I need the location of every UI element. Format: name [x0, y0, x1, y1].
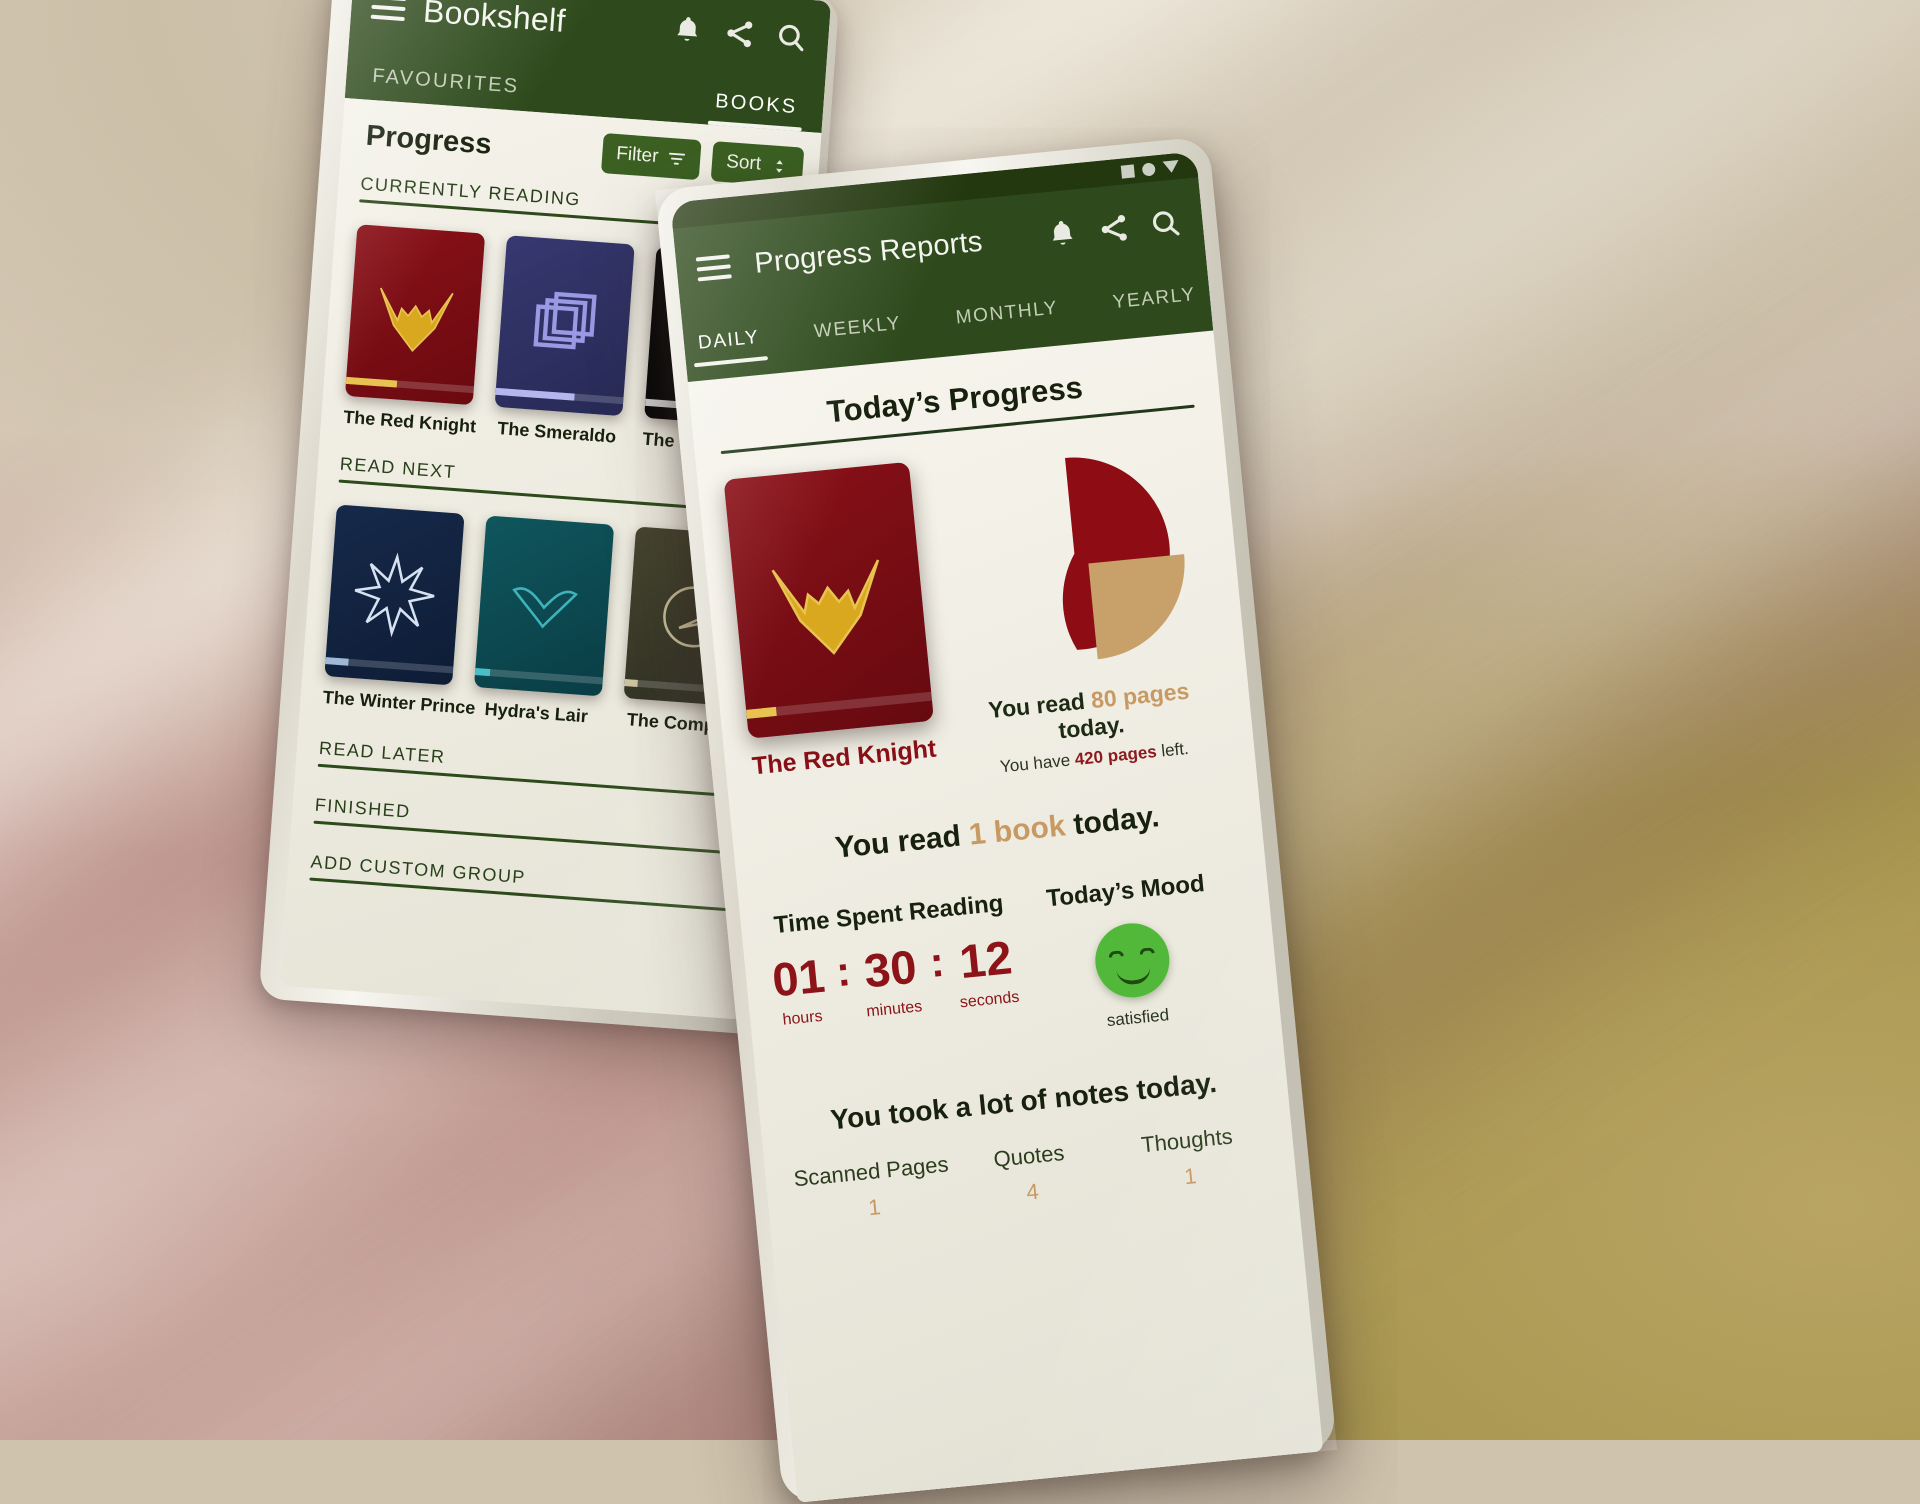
stat-value: 4 [1025, 1178, 1040, 1205]
stat-value: 1 [867, 1194, 882, 1221]
hours-value: 01 [769, 948, 828, 1007]
pie-svg [1062, 457, 1185, 660]
timer-seconds: 12 seconds [954, 930, 1021, 1012]
pages-left-prefix: You have [999, 750, 1076, 777]
pages-chart-area: You read 80 pages today. You have 420 pa… [931, 434, 1229, 782]
filter-button[interactable]: Filter [600, 133, 702, 181]
pages-suffix: today. [1057, 711, 1126, 744]
book-item[interactable]: The Winter Prince [322, 504, 477, 719]
stat-label: Thoughts [1139, 1123, 1234, 1158]
book-cover[interactable] [723, 461, 935, 739]
section-read-later[interactable]: READ LATER [296, 736, 775, 800]
book-cover[interactable] [344, 224, 486, 406]
section-label: FINISHED [314, 794, 412, 822]
share-icon[interactable] [721, 16, 757, 52]
progress-heading: Progress [364, 119, 493, 161]
tab-daily[interactable]: DAILY [697, 327, 762, 367]
bell-icon[interactable] [1044, 215, 1081, 252]
book-item[interactable]: The Smeraldo [492, 235, 635, 448]
share-icon[interactable] [1095, 210, 1132, 247]
mood-value: satisfied [1105, 1005, 1170, 1031]
tab-yearly[interactable]: YEARLY [1112, 284, 1198, 326]
book-title: Hydra's Lair [483, 698, 589, 727]
tab-books[interactable]: BOOKS [714, 90, 799, 131]
stat-quotes[interactable]: Quotes 4 [949, 1136, 1113, 1213]
reading-timer: 01 hours : 30 minutes : 12 seconds [769, 930, 1021, 1031]
satisfied-face-icon [1091, 919, 1173, 1001]
bell-icon[interactable] [669, 12, 705, 48]
books-read-line: You read 1 book today. [759, 793, 1236, 873]
reports-body: Today’s Progress The Red Knight You read… [687, 330, 1324, 1503]
section-finished[interactable]: FINISHED [292, 793, 771, 857]
pages-pie-chart [954, 440, 1197, 683]
book-cover[interactable] [494, 235, 635, 417]
stat-thoughts[interactable]: Thoughts 1 [1107, 1120, 1271, 1197]
books-suffix: today. [1063, 800, 1161, 843]
filter-icon [669, 152, 686, 165]
filter-label: Filter [615, 143, 660, 168]
minutes-value: 30 [861, 939, 919, 998]
hamburger-icon[interactable] [370, 0, 407, 22]
progress-reports-screen: Progress Reports DAILY WEEKLY MONTHLY YE… [670, 151, 1324, 1503]
search-icon[interactable] [773, 19, 809, 55]
wifi-icon [1162, 160, 1180, 174]
hours-label: hours [781, 1007, 824, 1029]
pages-value: 80 pages [1089, 677, 1191, 714]
books-prefix: You read [833, 818, 971, 865]
sort-label: Sort [725, 151, 762, 175]
book-title: The Red Knight [342, 406, 477, 437]
book-cover[interactable] [324, 504, 465, 686]
book-cover[interactable] [473, 515, 615, 697]
today-hero: The Red Knight You read 80 pages today. … [723, 434, 1229, 802]
seconds-label: seconds [959, 988, 1021, 1012]
timer-separator: : [927, 937, 947, 987]
crown-icon [379, 287, 454, 353]
star-icon [354, 552, 435, 638]
book-title: The Winter Prince [322, 686, 477, 719]
mood-indicator[interactable]: satisfied [1013, 912, 1254, 1039]
progress-bar [474, 668, 604, 685]
tab-weekly[interactable]: WEEKLY [813, 313, 903, 355]
book-item[interactable]: Hydra's Lair [472, 515, 615, 728]
tab-monthly[interactable]: MONTHLY [955, 298, 1061, 342]
timer-minutes: 30 minutes [860, 939, 923, 1021]
hero-book-title: The Red Knight [750, 734, 938, 781]
book-title: The Smeraldo [496, 418, 617, 447]
hero-book[interactable]: The Red Knight [723, 461, 939, 782]
progress-bar [746, 691, 933, 719]
page-title: Progress Reports [752, 225, 984, 280]
hydra-icon [512, 587, 578, 629]
battery-icon [1120, 163, 1135, 179]
stat-value: 1 [1183, 1163, 1198, 1190]
mood-label: Today’s Mood [1045, 870, 1206, 913]
book-item[interactable]: The Red Knight [343, 224, 486, 437]
squares-icon [533, 291, 597, 350]
section-add-custom-group[interactable]: ADD CUSTOM GROUP [287, 850, 766, 914]
stat-label: Scanned Pages [792, 1151, 950, 1192]
page-title: Bookshelf [422, 0, 567, 39]
seconds-value: 12 [957, 930, 1015, 989]
search-icon[interactable] [1147, 205, 1184, 242]
progress-bar [345, 376, 474, 394]
section-label: READ LATER [318, 737, 447, 768]
progress-bar [325, 657, 454, 674]
time-spent-block: Time Spent Reading 01 hours : 30 minutes… [766, 889, 1023, 1063]
hamburger-icon[interactable] [695, 254, 732, 282]
progress-bar [495, 387, 624, 405]
stat-label: Quotes [992, 1139, 1066, 1172]
stat-scanned-pages[interactable]: Scanned Pages 1 [791, 1151, 955, 1228]
sort-icon [776, 159, 783, 173]
note-stats: Scanned Pages 1 Quotes 4 Thoughts 1 [791, 1120, 1271, 1228]
crown-icon [771, 559, 880, 655]
books-value: 1 book [967, 809, 1067, 852]
pages-left-value: 420 pages [1073, 742, 1158, 769]
timer-hours: 01 hours [769, 948, 829, 1031]
timer-separator: : [834, 947, 853, 996]
mood-block: Today’s Mood satisfied [1009, 866, 1255, 1039]
time-and-mood: Time Spent Reading 01 hours : 30 minutes… [766, 866, 1254, 1063]
pages-left-suffix: left. [1155, 738, 1190, 761]
signal-icon [1141, 161, 1156, 177]
section-label: ADD CUSTOM GROUP [310, 851, 527, 888]
minutes-label: minutes [865, 998, 923, 1021]
